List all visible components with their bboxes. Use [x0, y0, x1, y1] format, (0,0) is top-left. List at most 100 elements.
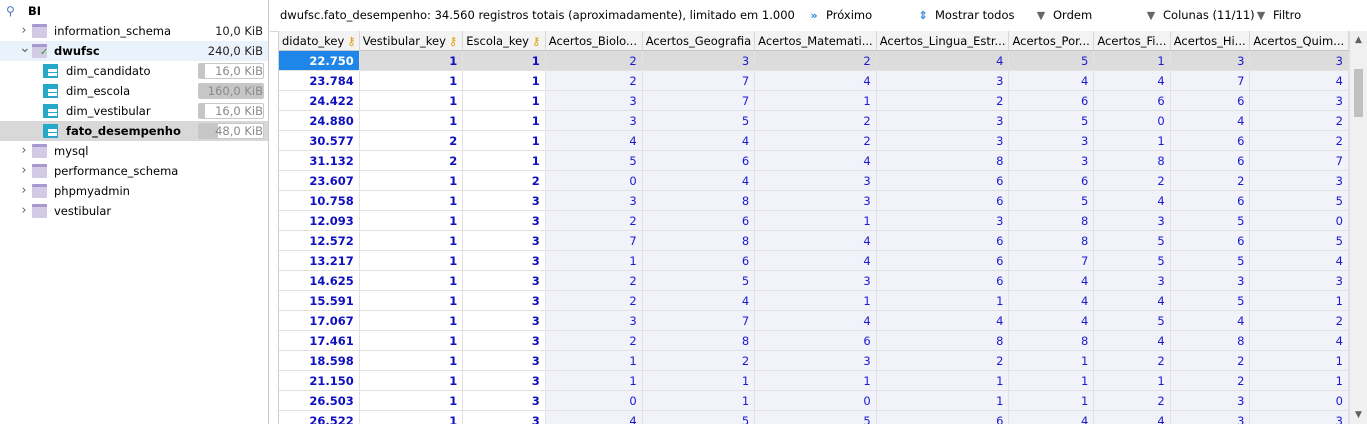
table-cell[interactable]: 3: [1008, 150, 1095, 171]
table-cell[interactable]: 3: [1170, 410, 1251, 424]
table-cell[interactable]: 6: [876, 270, 1010, 291]
table-cell[interactable]: 1: [359, 170, 464, 191]
table-cell[interactable]: 3: [1093, 210, 1171, 231]
table-cell[interactable]: 24.422: [279, 90, 360, 111]
table-row[interactable]: 17.067 1 3 3 7 4 4 4 5 4 2: [279, 310, 1349, 331]
table-cell[interactable]: 4: [1093, 330, 1171, 351]
table-row[interactable]: 12.572 1 3 7 8 4 6 8 5 6 5: [279, 230, 1349, 251]
table-cell[interactable]: 4: [1008, 70, 1095, 91]
table-cell[interactable]: 6: [1170, 190, 1251, 211]
table-row[interactable]: 15.591 1 3 2 4 1 1 4 4 5 1: [279, 290, 1349, 311]
scroll-up-icon[interactable]: ▲: [1350, 31, 1367, 49]
columns-button[interactable]: ▼ Colunas (11/11): [1144, 8, 1255, 22]
table-cell[interactable]: 3: [754, 270, 877, 291]
table-row[interactable]: 14.625 1 3 2 5 3 6 4 3 3 3: [279, 270, 1349, 291]
table-cell[interactable]: 4: [876, 310, 1010, 331]
table-cell[interactable]: 5: [1249, 190, 1349, 211]
table-cell[interactable]: 5: [1170, 210, 1251, 231]
table-cell[interactable]: 2: [1093, 350, 1171, 371]
table-cell[interactable]: 3: [1008, 130, 1095, 151]
table-cell[interactable]: 7: [1249, 150, 1349, 171]
table-cell[interactable]: 24.880: [279, 110, 360, 131]
table-cell[interactable]: 3: [876, 70, 1010, 91]
table-cell[interactable]: 17.461: [279, 330, 360, 351]
table-cell[interactable]: 12.093: [279, 210, 360, 231]
table-cell[interactable]: 1: [462, 110, 546, 131]
table-cell[interactable]: 4: [754, 70, 877, 91]
table-cell[interactable]: 6: [1170, 130, 1251, 151]
table-cell[interactable]: 31.132: [279, 150, 360, 171]
table-cell[interactable]: 1: [754, 210, 877, 231]
table-cell[interactable]: 1: [359, 50, 464, 71]
table-cell[interactable]: 4: [876, 50, 1010, 71]
table-cell[interactable]: 8: [876, 330, 1010, 351]
table-cell[interactable]: 1: [1093, 130, 1171, 151]
table-cell[interactable]: 2: [754, 50, 877, 71]
table-cell[interactable]: 5: [1093, 230, 1171, 251]
tree-item-mysql[interactable]: › mysql: [0, 141, 268, 161]
table-cell[interactable]: 17.067: [279, 310, 360, 331]
tree-item-information-schema[interactable]: › information_schema 10,0 KiB: [0, 21, 268, 41]
column-header[interactable]: Acertos_Fi...: [1093, 31, 1171, 51]
table-cell[interactable]: 3: [1170, 270, 1251, 291]
table-cell[interactable]: 13.217: [279, 250, 360, 271]
column-header[interactable]: Acertos_Biolo...: [545, 31, 643, 51]
table-cell[interactable]: 6: [876, 190, 1010, 211]
table-cell[interactable]: 4: [754, 310, 877, 331]
table-cell[interactable]: 3: [754, 350, 877, 371]
table-row[interactable]: 26.503 1 3 0 1 0 1 1 2 3 0: [279, 390, 1349, 411]
tree-item-dim-candidato[interactable]: dim_candidato 16,0 KiB: [0, 61, 268, 81]
table-cell[interactable]: 1: [359, 210, 464, 231]
table-cell[interactable]: 6: [642, 250, 756, 271]
chevron-right-icon[interactable]: ›: [19, 21, 29, 41]
table-cell[interactable]: 6: [1170, 90, 1251, 111]
table-cell[interactable]: 7: [642, 70, 756, 91]
table-cell[interactable]: 3: [462, 210, 546, 231]
table-cell[interactable]: 1: [359, 410, 464, 424]
table-cell[interactable]: 21.150: [279, 370, 360, 391]
table-row[interactable]: 26.522 1 3 4 5 5 6 4 4 3 3: [279, 410, 1349, 424]
table-cell[interactable]: 2: [1170, 350, 1251, 371]
table-cell[interactable]: 3: [876, 210, 1010, 231]
table-row[interactable]: 24.422 1 1 3 7 1 2 6 6 6 3: [279, 90, 1349, 111]
table-cell[interactable]: 5: [1008, 50, 1095, 71]
table-cell[interactable]: 1: [1008, 390, 1095, 411]
table-cell[interactable]: 8: [1008, 230, 1095, 251]
table-cell[interactable]: 2: [545, 290, 643, 311]
table-cell[interactable]: 3: [754, 170, 877, 191]
table-cell[interactable]: 2: [1249, 110, 1349, 131]
table-cell[interactable]: 3: [1170, 390, 1251, 411]
table-cell[interactable]: 6: [876, 250, 1010, 271]
table-cell[interactable]: 4: [1249, 70, 1349, 91]
table-cell[interactable]: 3: [462, 250, 546, 271]
chevron-right-icon[interactable]: ›: [19, 201, 29, 221]
table-cell[interactable]: 2: [1170, 370, 1251, 391]
table-cell[interactable]: 3: [462, 390, 546, 411]
table-cell[interactable]: 30.577: [279, 130, 360, 151]
chevron-right-icon[interactable]: ›: [19, 141, 29, 161]
table-cell[interactable]: 4: [545, 410, 643, 424]
table-row[interactable]: 18.598 1 3 1 2 3 2 1 2 2 1: [279, 350, 1349, 371]
table-cell[interactable]: 4: [1008, 410, 1095, 424]
table-cell[interactable]: 3: [545, 90, 643, 111]
table-cell[interactable]: 2: [545, 70, 643, 91]
table-cell[interactable]: 6: [642, 150, 756, 171]
table-cell[interactable]: 1: [1249, 370, 1349, 391]
table-row[interactable]: 21.150 1 3 1 1 1 1 1 1 2 1: [279, 370, 1349, 391]
table-cell[interactable]: 14.625: [279, 270, 360, 291]
tree-item-dim-escola[interactable]: dim_escola 160,0 KiB: [0, 81, 268, 101]
table-cell[interactable]: 2: [359, 130, 464, 151]
table-cell[interactable]: 0: [1093, 110, 1171, 131]
table-cell[interactable]: 3: [1249, 270, 1349, 291]
table-cell[interactable]: 1: [1008, 350, 1095, 371]
table-cell[interactable]: 4: [1170, 310, 1251, 331]
table-cell[interactable]: 3: [545, 110, 643, 131]
table-cell[interactable]: 1: [754, 90, 877, 111]
table-cell[interactable]: 3: [1170, 50, 1251, 71]
column-header[interactable]: Acertos_Por...: [1008, 31, 1095, 51]
table-cell[interactable]: 4: [1093, 70, 1171, 91]
table-cell[interactable]: 5: [1170, 290, 1251, 311]
table-cell[interactable]: 2: [545, 50, 643, 71]
table-cell[interactable]: 3: [545, 190, 643, 211]
table-cell[interactable]: 1: [1093, 50, 1171, 71]
